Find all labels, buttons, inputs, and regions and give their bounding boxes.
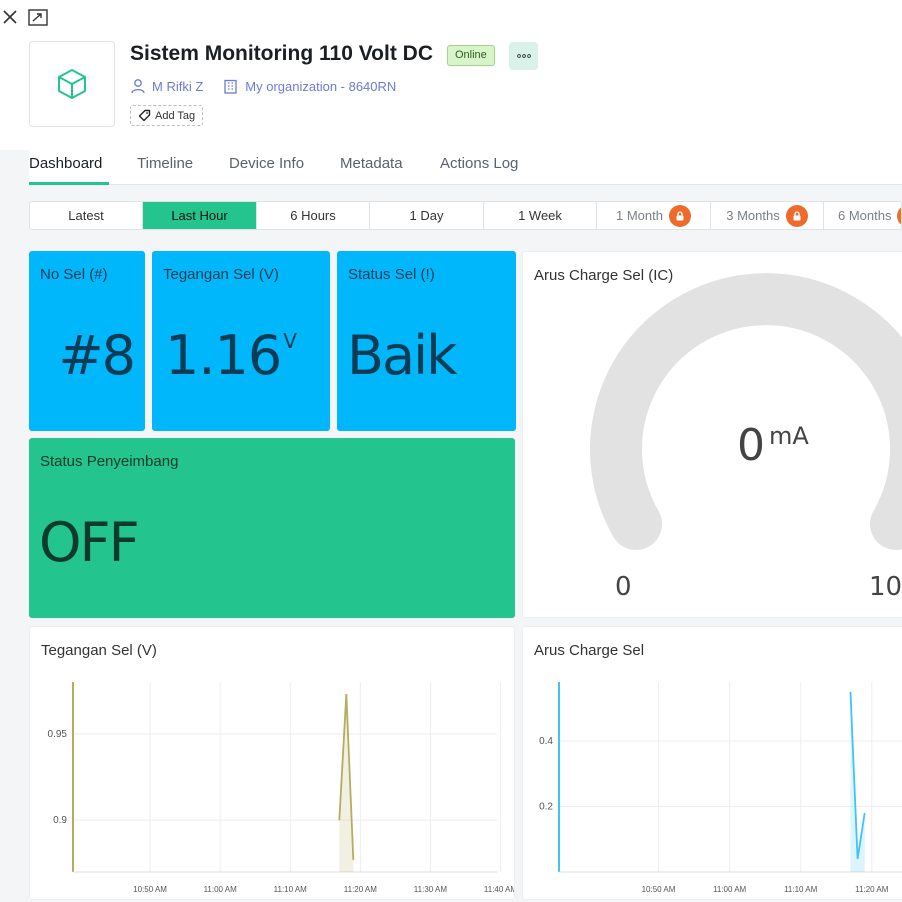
- y-tick-label: 0.95: [48, 729, 68, 740]
- y-tick-label: 0.2: [539, 801, 553, 812]
- widget-label: Status Penyeimbang: [40, 453, 179, 470]
- gauge-value: 0 mA: [737, 420, 809, 471]
- widget-status-penyeimbang: Status Penyeimbang OFF: [29, 438, 515, 618]
- tab-timeline[interactable]: Timeline: [137, 155, 193, 172]
- chart-arus-charge-sel: Arus Charge Sel 10:50 AM 11:00 AM 11:10 AM…: [522, 626, 902, 900]
- add-tag-button[interactable]: Add Tag: [130, 105, 204, 126]
- range-3-months[interactable]: 3 Months: [711, 202, 824, 229]
- more-dots-icon: [516, 54, 531, 58]
- gauge-unit: mA: [769, 422, 809, 450]
- widget-label: Status Sel (!): [348, 266, 435, 283]
- expand-icon[interactable]: [27, 7, 49, 27]
- range-6-hours[interactable]: 6 Hours: [257, 202, 370, 229]
- widget-label: No Sel (#): [40, 266, 108, 283]
- gauge-dial: [590, 273, 902, 550]
- widget-value: 1.16 V: [165, 324, 297, 387]
- lock-icon: [785, 204, 808, 227]
- x-tick-label: 11:10 AM: [784, 885, 818, 894]
- x-tick-label: 11:30 AM: [414, 885, 448, 894]
- x-tick-label: 10:50 AM: [133, 885, 167, 894]
- chart-plot: 10:50 AM11:00 AM11:10 AM11:20 AM11:30 AM…: [539, 682, 902, 894]
- x-tick-label: 11:20 AM: [344, 885, 378, 894]
- gauge-track: [590, 273, 902, 550]
- device-tabs: Dashboard Timeline Device Info Metadata …: [29, 148, 902, 185]
- widget-value: #8: [58, 324, 136, 387]
- device-thumbnail: [29, 41, 115, 127]
- building-icon: [224, 79, 237, 94]
- more-options-button[interactable]: [509, 42, 538, 70]
- user-icon: [131, 79, 145, 94]
- gauge-max-label: 100: [869, 572, 902, 602]
- range-1-week[interactable]: 1 Week: [484, 202, 597, 229]
- widget-unit: V: [283, 329, 297, 353]
- widget-label: Tegangan Sel (V): [163, 266, 279, 283]
- tag-icon: [138, 109, 151, 122]
- widget-tegangan-sel: Tegangan Sel (V) 1.16 V: [152, 251, 330, 431]
- device-meta-row: M Rifki Z My organization - 8640RN: [130, 77, 396, 95]
- x-tick-label: 11:10 AM: [274, 885, 308, 894]
- tab-actions-log[interactable]: Actions Log: [440, 155, 518, 172]
- close-icon[interactable]: [0, 7, 20, 27]
- range-6-months[interactable]: 6 Months: [824, 202, 901, 229]
- x-tick-label: 11:40 AM: [484, 885, 515, 894]
- x-tick-label: 10:50 AM: [642, 885, 676, 894]
- widget-value: OFF: [39, 511, 140, 574]
- organization-link[interactable]: My organization - 8640RN: [245, 79, 396, 94]
- owner-link[interactable]: M Rifki Z: [152, 79, 203, 94]
- tab-metadata[interactable]: Metadata: [340, 155, 403, 172]
- device-title: Sistem Monitoring 110 Volt DC: [130, 42, 433, 65]
- widget-status-sel: Status Sel (!) Baik: [337, 251, 516, 431]
- widget-arus-gauge: Arus Charge Sel (IC) 0mA 0 100: [522, 251, 902, 618]
- device-header: [0, 0, 902, 150]
- widget-no-sel: No Sel (#) #8: [29, 251, 145, 431]
- x-tick-label: 11:00 AM: [713, 885, 747, 894]
- chart-tegangan-sel: Tegangan Sel (V) 10:50 AM 11:00 AM 11:10 A…: [29, 626, 515, 900]
- active-tab-indicator: [29, 182, 109, 185]
- x-tick-label: 11:20 AM: [855, 885, 889, 894]
- lock-icon: [897, 204, 901, 227]
- cube-icon: [58, 69, 86, 99]
- range-last-hour[interactable]: Last Hour: [143, 202, 257, 229]
- x-tick-label: 11:00 AM: [204, 885, 238, 894]
- tab-dashboard[interactable]: Dashboard: [29, 155, 102, 172]
- widget-value: Baik: [347, 324, 457, 387]
- y-tick-label: 0.9: [53, 815, 67, 826]
- status-badge: Online: [447, 45, 495, 66]
- chart-plot: 10:50 AM 11:00 AM 11:10 AM 11:20 AM 11:30 AM…: [48, 682, 515, 894]
- lock-icon: [668, 204, 691, 227]
- tab-device-info[interactable]: Device Info: [229, 155, 304, 172]
- gauge-min-label: 0: [615, 572, 632, 602]
- range-latest[interactable]: Latest: [30, 202, 143, 229]
- add-tag-label: Add Tag: [155, 109, 196, 122]
- range-1-month[interactable]: 1 Month: [597, 202, 711, 229]
- y-tick-label: 0.4: [539, 736, 553, 747]
- time-range-selector: Latest Last Hour 6 Hours 1 Day 1 Week 1 …: [29, 201, 902, 230]
- range-1-day[interactable]: 1 Day: [370, 202, 484, 229]
